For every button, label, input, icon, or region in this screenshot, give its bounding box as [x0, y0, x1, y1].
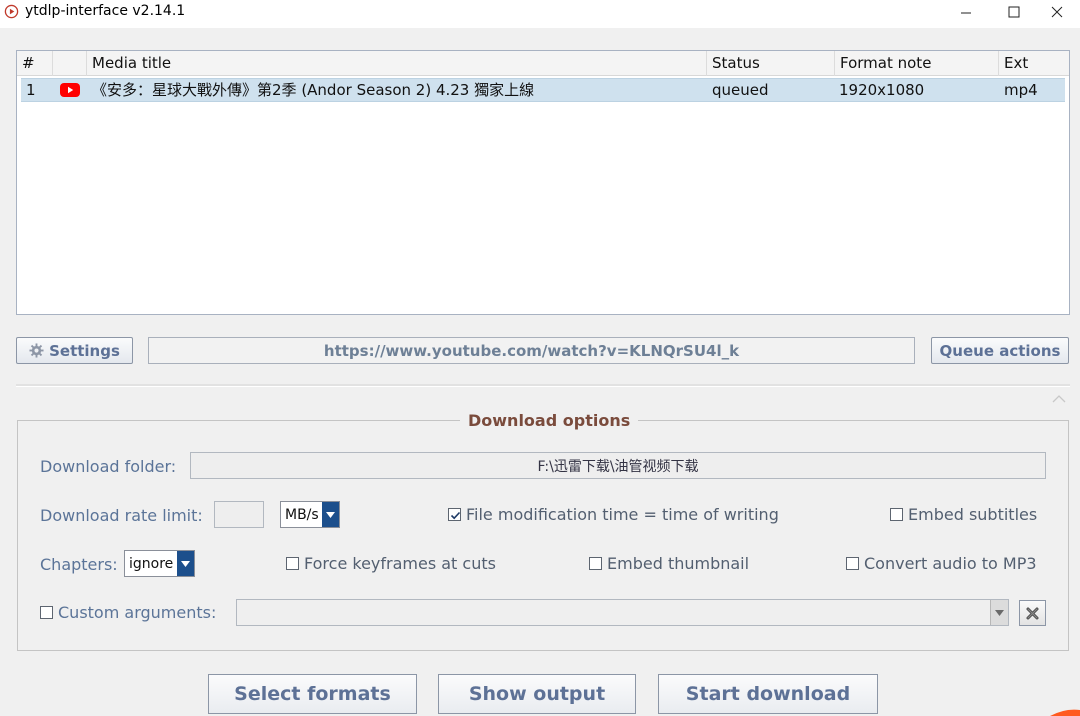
- window-title: ytdlp-interface v2.14.1: [25, 3, 186, 19]
- column-header-format-note[interactable]: Format note: [835, 51, 999, 76]
- rate-unit-value: MB/s: [285, 506, 319, 523]
- column-header-status[interactable]: Status: [707, 51, 835, 76]
- list-header: # Media title Status Format note Ext: [17, 51, 1069, 76]
- download-folder-value: F:\迅雷下载\油管视频下载: [537, 458, 699, 475]
- minimize-button[interactable]: [943, 0, 989, 24]
- settings-label: Settings: [49, 341, 120, 360]
- title-bar: ytdlp-interface v2.14.1: [0, 0, 1080, 26]
- chapters-select[interactable]: ignore: [124, 550, 195, 577]
- custom-arguments-field[interactable]: [236, 599, 1009, 626]
- item-media-title: 《安多：星球大戰外傳》第2季 (Andor Season 2) 4.23 獨家上…: [92, 81, 535, 99]
- custom-arguments-checkbox[interactable]: Custom arguments:: [40, 603, 216, 622]
- embed-thumbnail-label: Embed thumbnail: [607, 554, 750, 573]
- maximize-icon: [1008, 6, 1020, 18]
- force-keyframes-label: Force keyframes at cuts: [304, 554, 496, 573]
- convert-mp3-check-box[interactable]: [846, 557, 859, 570]
- queue-actions-label: Queue actions: [939, 341, 1061, 360]
- rate-limit-input[interactable]: [214, 501, 264, 528]
- gear-icon: [29, 343, 44, 358]
- column-header-index[interactable]: #: [17, 51, 53, 76]
- convert-mp3-checkbox[interactable]: Convert audio to MP3: [846, 554, 1037, 573]
- panel-separator: [16, 384, 1070, 387]
- custom-arguments-check-box[interactable]: [40, 606, 53, 619]
- embed-thumbnail-check-box[interactable]: [589, 557, 602, 570]
- column-header-media-title[interactable]: Media title: [87, 51, 707, 76]
- rate-unit-select[interactable]: MB/s: [280, 501, 340, 528]
- embed-thumbnail-checkbox[interactable]: Embed thumbnail: [589, 554, 749, 573]
- file-mtime-label: File modification time = time of writing: [466, 505, 779, 524]
- chapters-label: Chapters:: [40, 555, 118, 574]
- youtube-icon: [60, 83, 80, 97]
- custom-arguments-dropdown-button[interactable]: [990, 600, 1008, 625]
- chevron-down-icon: [177, 551, 194, 576]
- start-download-label: Start download: [685, 683, 851, 705]
- item-ext: mp4: [1004, 81, 1038, 99]
- clear-arguments-button[interactable]: [1019, 600, 1046, 626]
- chevron-down-icon: [995, 609, 1004, 616]
- show-output-button[interactable]: Show output: [438, 674, 636, 714]
- download-folder-field[interactable]: F:\迅雷下载\油管视频下载: [190, 452, 1046, 479]
- download-folder-label: Download folder:: [40, 457, 177, 476]
- close-icon: [1051, 6, 1063, 18]
- item-status: queued: [712, 81, 769, 99]
- media-list[interactable]: # Media title Status Format note Ext 1 《…: [16, 50, 1070, 315]
- download-rate-limit-label: Download rate limit:: [40, 506, 203, 525]
- convert-mp3-label: Convert audio to MP3: [864, 554, 1037, 573]
- start-download-button[interactable]: Start download: [658, 674, 878, 714]
- list-item[interactable]: 1 《安多：星球大戰外傳》第2季 (Andor Season 2) 4.23 獨…: [21, 78, 1065, 102]
- minimize-icon: [961, 12, 971, 14]
- item-format-note: 1920x1080: [839, 81, 925, 99]
- queue-actions-button[interactable]: Queue actions: [931, 337, 1069, 364]
- close-button[interactable]: [1034, 0, 1080, 24]
- chevron-down-icon: [322, 502, 339, 527]
- maximize-button[interactable]: [991, 0, 1037, 24]
- url-text: https://www.youtube.com/watch?v=KLNQrSU4…: [323, 341, 740, 360]
- custom-arguments-label: Custom arguments:: [58, 603, 217, 622]
- force-keyframes-check-box[interactable]: [286, 557, 299, 570]
- show-output-label: Show output: [468, 683, 606, 705]
- settings-button[interactable]: Settings: [16, 337, 133, 364]
- embed-subtitles-label: Embed subtitles: [908, 505, 1038, 524]
- app-icon: [4, 4, 19, 19]
- download-options-title: Download options: [460, 411, 639, 430]
- file-mtime-check-box[interactable]: [448, 508, 461, 521]
- column-header-icon[interactable]: [53, 51, 87, 76]
- checkmark-icon: [450, 511, 461, 520]
- file-mtime-checkbox[interactable]: File modification time = time of writing: [448, 505, 779, 524]
- force-keyframes-checkbox[interactable]: Force keyframes at cuts: [286, 554, 496, 573]
- corner-decoration: [1050, 709, 1080, 716]
- item-index: 1: [26, 81, 36, 99]
- url-field[interactable]: https://www.youtube.com/watch?v=KLNQrSU4…: [148, 337, 915, 364]
- chapters-value: ignore: [129, 555, 174, 572]
- embed-subtitles-checkbox[interactable]: Embed subtitles: [890, 505, 1037, 524]
- close-icon: [1026, 607, 1039, 619]
- main-panel: # Media title Status Format note Ext 1 《…: [0, 28, 1080, 716]
- select-formats-label: Select formats: [234, 683, 391, 705]
- select-formats-button[interactable]: Select formats: [208, 674, 417, 714]
- embed-subtitles-check-box[interactable]: [890, 508, 903, 521]
- chevron-up-icon[interactable]: [1051, 394, 1067, 404]
- column-header-ext[interactable]: Ext: [999, 51, 1069, 76]
